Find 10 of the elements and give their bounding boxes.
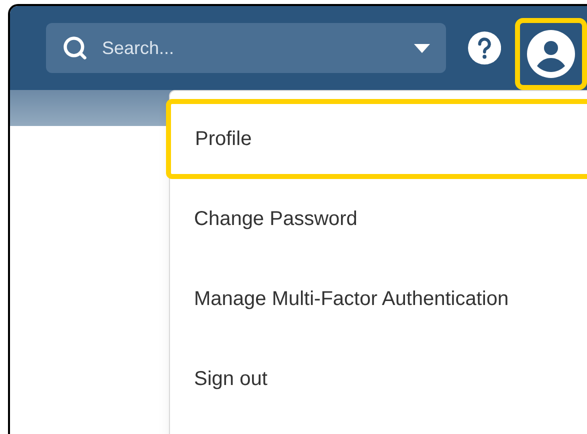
caret-icon[interactable] xyxy=(414,44,430,52)
menu-item[interactable]: Profile xyxy=(166,99,587,179)
search-icon xyxy=(62,35,88,61)
menu-item[interactable]: Change Password xyxy=(170,179,587,259)
menu-item[interactable]: Sign out xyxy=(170,339,587,419)
search-input[interactable]: Search... xyxy=(102,34,400,62)
search-field[interactable]: Search... xyxy=(46,23,446,73)
menu-item[interactable]: Manage Multi-Factor Authentication xyxy=(170,259,587,339)
user-icon xyxy=(526,30,575,78)
help-icon[interactable] xyxy=(468,31,501,65)
